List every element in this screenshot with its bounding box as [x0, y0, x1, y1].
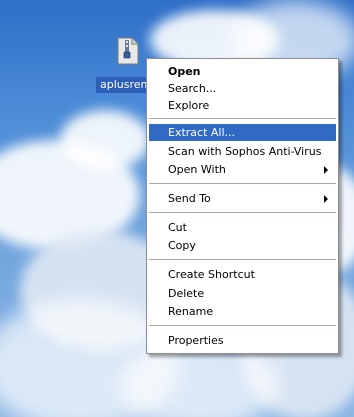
menu-item-explore[interactable]: Explore — [149, 97, 336, 114]
submenu-arrow-icon — [324, 195, 328, 203]
context-menu: Open Search... Explore Extract All... Sc… — [146, 58, 339, 354]
menu-item-send-to[interactable]: Send To — [149, 190, 336, 207]
menu-item-search[interactable]: Search... — [149, 80, 336, 97]
menu-item-cut[interactable]: Cut — [149, 219, 336, 236]
menu-item-copy[interactable]: Copy — [149, 237, 336, 254]
menu-item-open[interactable]: Open — [149, 63, 336, 80]
menu-item-rename[interactable]: Rename — [149, 303, 336, 320]
menu-item-open-with-label: Open With — [168, 163, 226, 176]
menu-item-delete[interactable]: Delete — [149, 285, 336, 302]
menu-item-open-with[interactable]: Open With — [149, 161, 336, 178]
menu-item-create-shortcut[interactable]: Create Shortcut — [149, 266, 336, 283]
menu-item-scan-sophos[interactable]: Scan with Sophos Anti-Virus — [149, 143, 336, 160]
zip-folder-icon[interactable] — [116, 36, 140, 66]
menu-separator — [149, 183, 336, 184]
cloud — [60, 110, 150, 170]
menu-separator — [149, 212, 336, 213]
menu-item-properties[interactable]: Properties — [149, 332, 336, 349]
menu-item-extract-all[interactable]: Extract All... — [149, 124, 336, 141]
menu-separator — [149, 259, 336, 260]
menu-separator — [149, 118, 336, 119]
menu-item-send-to-label: Send To — [168, 192, 211, 205]
menu-separator — [149, 325, 336, 326]
submenu-arrow-icon — [324, 166, 328, 174]
